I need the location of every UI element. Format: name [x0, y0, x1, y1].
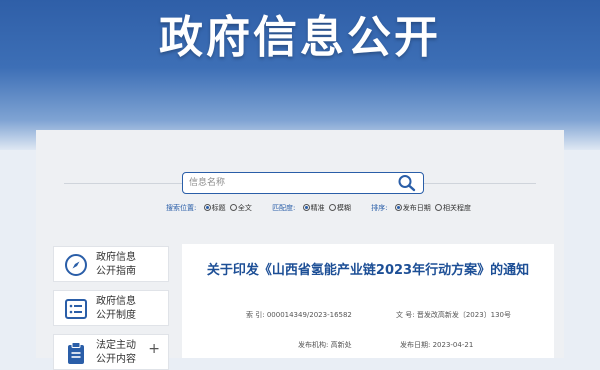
meta-date: 发布日期: 2023-04-21	[400, 340, 473, 350]
radio-relevance[interactable]	[434, 204, 442, 211]
match-group: 匹配度: 精准 模糊	[272, 203, 351, 213]
sidebar-item-guide[interactable]: 政府信息 公开指南	[53, 246, 169, 282]
meta-index-label: 索 引:	[246, 311, 265, 319]
sidebar-item-guide-label: 政府信息 公开指南	[96, 251, 136, 279]
meta-publisher: 发布机构: 高新处	[298, 340, 352, 350]
radio-title-label: 标题	[211, 204, 226, 212]
search-icon[interactable]	[397, 174, 417, 192]
meta-docno-label: 文 号:	[396, 311, 415, 319]
list-icon	[65, 299, 87, 319]
sidebar-item-system-line1: 政府信息	[96, 296, 136, 307]
header-banner: 政府信息公开	[0, 0, 600, 150]
page-title: 政府信息公开	[159, 12, 441, 63]
article-title[interactable]: 关于印发《山西省氢能产业链2023年行动方案》的通知	[182, 262, 554, 280]
sidebar-item-system[interactable]: 政府信息 公开制度	[53, 290, 169, 326]
radio-date[interactable]	[394, 204, 402, 211]
radio-relevance-label: 相关程度	[442, 204, 471, 212]
radio-fuzzy[interactable]	[328, 204, 336, 211]
radio-exact-label: 精准	[310, 204, 325, 212]
radio-fuzzy-label: 模糊	[336, 204, 351, 212]
sidebar-item-guide-line1: 政府信息	[96, 252, 136, 263]
sidebar-item-system-line2: 公开制度	[96, 310, 136, 321]
sidebar-item-mandatory[interactable]: 法定主动 公开内容 +	[53, 334, 169, 370]
search-options: 搜索位置: 标题 全文 匹配度: 精准 模糊 排序: 发布日期 相关程度	[166, 203, 489, 213]
meta-date-value: 2023-04-21	[432, 341, 474, 349]
compass-icon	[65, 254, 87, 276]
meta-docno: 文 号: 晋发改高新发〔2023〕130号	[396, 310, 511, 320]
search-box	[182, 172, 424, 194]
radio-fulltext-label: 全文	[237, 204, 252, 212]
meta-publisher-value: 高新处	[330, 341, 352, 349]
sidebar-item-guide-line2: 公开指南	[96, 266, 136, 277]
article-card: 关于印发《山西省氢能产业链2023年行动方案》的通知 索 引: 00001434…	[182, 244, 554, 358]
meta-publisher-label: 发布机构:	[298, 341, 329, 349]
expand-icon[interactable]: +	[148, 341, 160, 357]
meta-date-label: 发布日期:	[400, 341, 431, 349]
divider-left	[64, 183, 182, 184]
sort-group: 排序: 发布日期 相关程度	[371, 203, 471, 213]
radio-date-label: 发布日期	[402, 204, 431, 212]
search-position-group: 搜索位置: 标题 全文	[166, 203, 252, 213]
sidebar-item-mandatory-label: 法定主动 公开内容	[96, 339, 136, 367]
sort-label: 排序:	[371, 204, 388, 212]
sidebar-item-mandatory-line2: 公开内容	[96, 354, 136, 365]
search-input[interactable]	[189, 175, 389, 191]
radio-fulltext[interactable]	[229, 204, 237, 211]
meta-index-value: 000014349/2023-16582	[266, 311, 352, 319]
divider-right	[424, 183, 536, 184]
match-label: 匹配度:	[272, 204, 296, 212]
search-position-label: 搜索位置:	[166, 204, 197, 212]
meta-index: 索 引: 000014349/2023-16582	[246, 310, 352, 320]
content-panel: 搜索位置: 标题 全文 匹配度: 精准 模糊 排序: 发布日期 相关程度 政府信…	[36, 130, 564, 370]
radio-exact[interactable]	[302, 204, 310, 211]
clipboard-icon	[68, 342, 84, 364]
meta-docno-value: 晋发改高新发〔2023〕130号	[416, 311, 512, 319]
radio-title[interactable]	[203, 204, 211, 211]
sidebar-item-mandatory-line1: 法定主动	[96, 340, 136, 351]
sidebar-item-system-label: 政府信息 公开制度	[96, 295, 136, 323]
